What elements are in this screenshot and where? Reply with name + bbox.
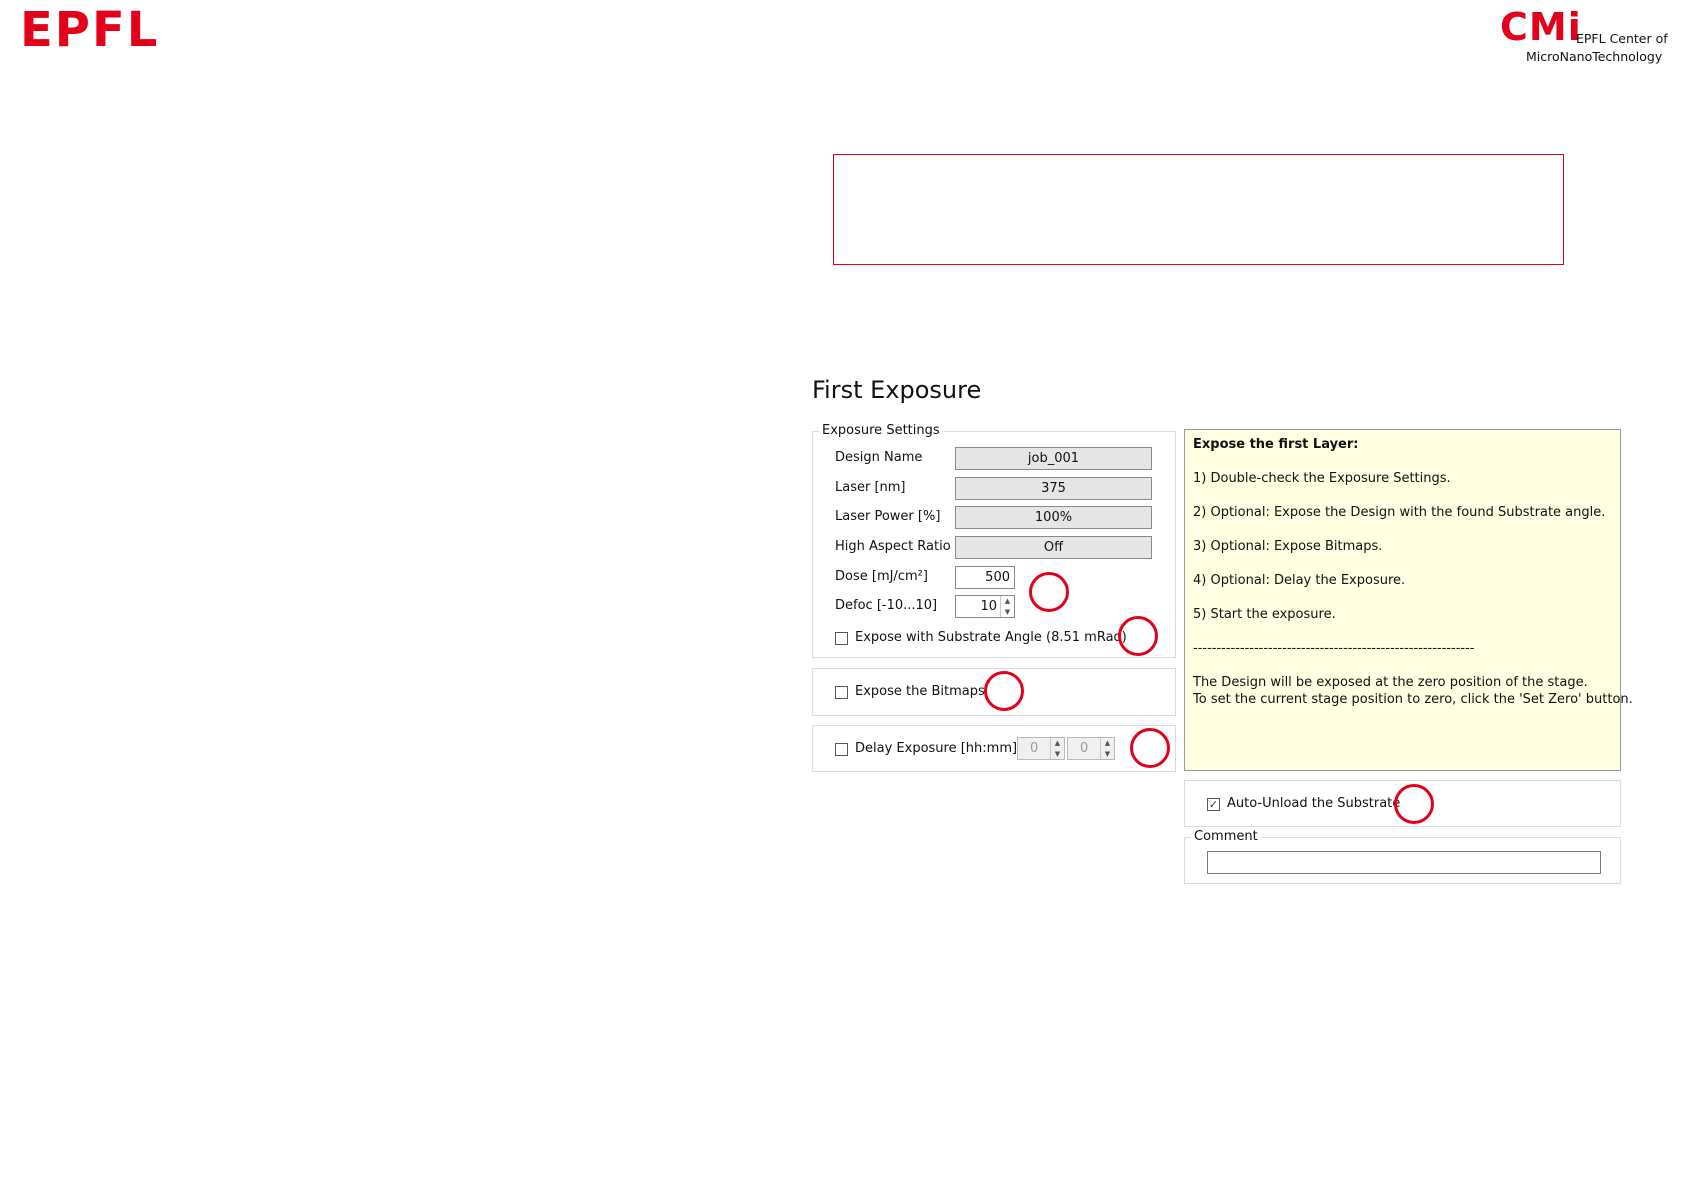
dose-label: Dose [mJ/cm²]: [835, 569, 928, 584]
instructions-title: Expose the first Layer:: [1193, 437, 1359, 452]
bitmaps-checkbox[interactable]: [835, 686, 848, 699]
instructions-panel: Expose the first Layer: 1) Double-check …: [1184, 429, 1633, 771]
dose-input[interactable]: 500: [955, 566, 1015, 589]
delay-minutes-spin-buttons[interactable]: ▲ ▼: [1100, 738, 1114, 759]
delay-hours-value: 0: [1030, 741, 1039, 756]
comment-input[interactable]: [1207, 851, 1601, 874]
highlight-circle-delay: [1130, 728, 1170, 768]
laser-power-field[interactable]: 100%: [955, 506, 1152, 529]
comment-legend: Comment: [1191, 829, 1261, 844]
defoc-stepper[interactable]: 10 ▲ ▼: [955, 595, 1015, 618]
instructions-step-3: 3) Optional: Expose Bitmaps.: [1193, 539, 1383, 554]
instructions-note-2: To set the current stage position to zer…: [1193, 692, 1633, 707]
delay-hours-stepper[interactable]: 0 ▲ ▼: [1017, 737, 1065, 760]
defoc-spin-buttons[interactable]: ▲ ▼: [1000, 596, 1014, 617]
laser-field[interactable]: 375: [955, 477, 1152, 500]
substrate-angle-checkbox[interactable]: [835, 632, 848, 645]
delay-hours-spin-buttons[interactable]: ▲ ▼: [1050, 738, 1064, 759]
delay-minutes-stepper[interactable]: 0 ▲ ▼: [1067, 737, 1115, 760]
high-aspect-field[interactable]: Off: [955, 536, 1152, 559]
delay-group: Delay Exposure [hh:mm] 0 ▲ ▼ 0 ▲ ▼: [812, 725, 1176, 772]
delay-minutes-up-icon[interactable]: ▲: [1101, 738, 1114, 749]
auto-unload-label: Auto-Unload the Substrate: [1227, 796, 1401, 811]
instructions-step-1: 1) Double-check the Exposure Settings.: [1193, 471, 1451, 486]
delay-minutes-value: 0: [1080, 741, 1089, 756]
highlight-circle-auto-unload: [1394, 784, 1434, 824]
high-aspect-label: High Aspect Ratio: [835, 539, 951, 554]
delay-label: Delay Exposure [hh:mm]: [855, 741, 1018, 756]
delay-hours-up-icon[interactable]: ▲: [1051, 738, 1064, 749]
defoc-value: 10: [980, 599, 997, 614]
substrate-angle-label: Expose with Substrate Angle (8.51 mRad): [855, 630, 1127, 645]
laser-power-label: Laser Power [%]: [835, 509, 941, 524]
cmi-logo-line1: EPFL Center of: [1576, 31, 1668, 46]
delay-minutes-down-icon[interactable]: ▼: [1101, 749, 1114, 760]
defoc-down-icon[interactable]: ▼: [1001, 607, 1014, 618]
laser-label: Laser [nm]: [835, 480, 906, 495]
highlight-circle-dose: [1029, 572, 1069, 612]
cmi-logo-mark: CMi: [1500, 5, 1582, 49]
comment-group: Comment: [1184, 829, 1621, 884]
design-name-label: Design Name: [835, 450, 923, 465]
instructions-step-2: 2) Optional: Expose the Design with the …: [1193, 505, 1606, 520]
auto-unload-checkbox[interactable]: ✓: [1207, 798, 1220, 811]
exposure-settings-legend: Exposure Settings: [819, 423, 943, 438]
instructions-note-1: The Design will be exposed at the zero p…: [1193, 675, 1588, 690]
instructions-step-5: 5) Start the exposure.: [1193, 607, 1336, 622]
bitmaps-label: Expose the Bitmaps: [855, 684, 985, 699]
annotation-box: [833, 154, 1564, 265]
page-title: First Exposure: [812, 376, 982, 404]
highlight-circle-bitmaps: [984, 671, 1024, 711]
instructions-step-4: 4) Optional: Delay the Exposure.: [1193, 573, 1406, 588]
design-name-field[interactable]: job_001: [955, 447, 1152, 470]
highlight-circle-substrate-angle: [1118, 616, 1158, 656]
delay-hours-down-icon[interactable]: ▼: [1051, 749, 1064, 760]
epfl-logo: EPFL: [20, 2, 160, 58]
delay-checkbox[interactable]: [835, 743, 848, 756]
defoc-label: Defoc [-10...10]: [835, 598, 938, 613]
instructions-separator: ----------------------------------------…: [1193, 641, 1475, 656]
cmi-logo-line2: MicroNanoTechnology: [1526, 49, 1663, 64]
defoc-up-icon[interactable]: ▲: [1001, 596, 1014, 607]
